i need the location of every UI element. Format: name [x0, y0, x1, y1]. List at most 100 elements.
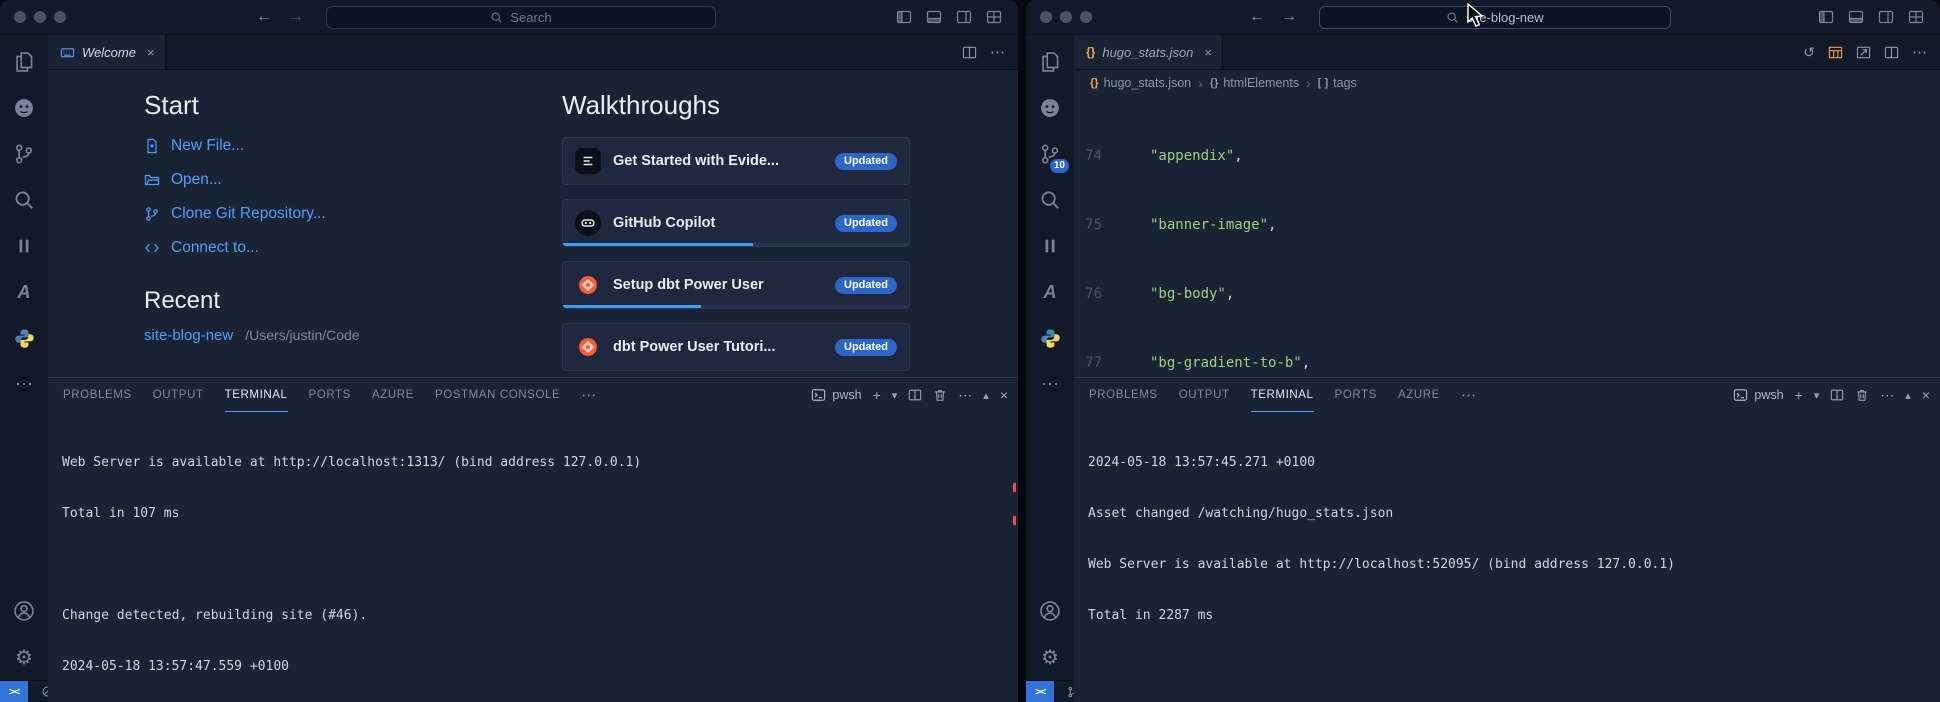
github-icon[interactable] — [0, 85, 48, 131]
toggle-panel-icon[interactable] — [926, 9, 942, 25]
breadcrumb-tags[interactable]: [ ] tags — [1318, 76, 1357, 90]
walkthrough-setup-dbt[interactable]: Setup dbt Power User Updated — [562, 261, 910, 309]
tab-welcome[interactable]: Welcome × — [48, 35, 166, 69]
terminal-dropdown-icon[interactable]: ▾ — [892, 389, 898, 402]
new-file-link[interactable]: New File... — [144, 137, 500, 155]
customize-layout-icon[interactable] — [1908, 9, 1924, 25]
toggle-panel-icon[interactable] — [1848, 9, 1864, 25]
more-actions-icon[interactable]: ⋯ — [1912, 43, 1927, 61]
panel-tab-terminal[interactable]: TERMINAL — [224, 378, 288, 412]
line-number: 76 — [1085, 286, 1102, 302]
panel-tab-terminal[interactable]: TERMINAL — [1250, 378, 1314, 412]
minimize-window-button[interactable] — [34, 11, 46, 23]
panel-more-tabs-icon[interactable]: ⋯ — [1461, 386, 1476, 404]
split-terminal-icon[interactable] — [1830, 388, 1844, 402]
table-view-icon[interactable] — [1828, 45, 1843, 60]
tab-hugo-stats-json[interactable]: {} hugo_stats.json × — [1074, 35, 1224, 69]
panel-more-tabs-icon[interactable]: ⋯ — [581, 386, 596, 404]
breadcrumb-htmlelements[interactable]: {} htmlElements — [1210, 76, 1299, 90]
forward-button[interactable]: → — [1281, 8, 1297, 26]
kill-terminal-trash-icon[interactable] — [933, 388, 947, 402]
recent-workspace-link[interactable]: site-blog-new — [144, 327, 233, 344]
forward-button[interactable]: → — [288, 8, 304, 26]
toggle-primary-sidebar-icon[interactable] — [1818, 9, 1834, 25]
zoom-window-button[interactable] — [1080, 11, 1092, 23]
a-extension-icon[interactable]: A — [1026, 269, 1074, 315]
maximize-panel-icon[interactable]: ▴ — [983, 389, 989, 402]
shell-selector[interactable]: pwsh — [811, 388, 862, 402]
new-terminal-icon[interactable]: + — [1795, 387, 1803, 403]
search-sidebar-icon[interactable] — [1026, 177, 1074, 223]
minimize-window-button[interactable] — [1060, 11, 1072, 23]
toggle-primary-sidebar-icon[interactable] — [896, 9, 912, 25]
tab-close-icon[interactable]: × — [147, 45, 155, 60]
maximize-panel-icon[interactable]: ▴ — [1905, 389, 1911, 402]
remote-indicator[interactable]: >< — [0, 681, 29, 702]
code-editor[interactable]: 74 "appendix", 75 "banner-image", 76 "bg-bo… — [1074, 96, 1940, 377]
walkthrough-evidence[interactable]: Get Started with Evide... Updated — [562, 137, 910, 185]
command-center-search[interactable]: site-blog-new — [1319, 5, 1671, 29]
open-link[interactable]: Open... — [144, 171, 500, 189]
explorer-icon[interactable] — [1026, 39, 1074, 85]
source-control-icon[interactable]: 10 — [1026, 131, 1074, 177]
panel-tab-postman-console[interactable]: POSTMAN CONSOLE — [435, 378, 560, 412]
customize-layout-icon[interactable] — [986, 9, 1002, 25]
close-panel-icon[interactable]: × — [1922, 387, 1930, 403]
settings-gear-icon[interactable]: ⚙ — [1026, 634, 1074, 680]
new-terminal-icon[interactable]: + — [873, 387, 881, 403]
split-editor-icon[interactable] — [1884, 45, 1899, 60]
settings-gear-icon[interactable]: ⚙ — [0, 634, 48, 680]
account-icon[interactable] — [0, 588, 48, 634]
split-editor-icon[interactable] — [962, 45, 977, 60]
close-panel-icon[interactable]: × — [1000, 387, 1008, 403]
pause-bars-icon[interactable] — [0, 223, 48, 269]
panel-tab-azure[interactable]: AZURE — [372, 378, 414, 412]
terminal-output-right[interactable]: 2024-05-18 13:57:45.271 +0100 Asset chan… — [1074, 412, 1940, 702]
breadcrumb-label: htmlElements — [1223, 76, 1300, 90]
walkthrough-dbt-tutorial[interactable]: dbt Power User Tutori... Updated — [562, 323, 910, 371]
panel-tab-output[interactable]: OUTPUT — [153, 378, 204, 412]
panel-tab-ports[interactable]: PORTS — [309, 378, 351, 412]
timeline-history-icon[interactable]: ↺ — [1803, 44, 1815, 61]
toggle-secondary-sidebar-icon[interactable] — [1878, 9, 1894, 25]
more-actions-icon[interactable]: ⋯ — [990, 43, 1005, 61]
a-extension-icon[interactable]: A — [0, 269, 48, 315]
back-button[interactable]: ← — [1249, 8, 1265, 26]
remote-indicator[interactable]: >< — [1026, 681, 1055, 702]
panel-tab-problems[interactable]: PROBLEMS — [1089, 378, 1158, 412]
toggle-secondary-sidebar-icon[interactable] — [956, 9, 972, 25]
panel-more-actions-icon[interactable]: ⋯ — [1880, 387, 1894, 404]
connect-to-link[interactable]: Connect to... — [144, 239, 500, 257]
explorer-icon[interactable] — [0, 39, 48, 85]
panel-tab-azure[interactable]: AZURE — [1398, 378, 1440, 412]
python-icon[interactable] — [0, 315, 48, 361]
panel-tab-problems[interactable]: PROBLEMS — [63, 378, 132, 412]
close-window-button[interactable] — [14, 11, 26, 23]
github-icon[interactable] — [1026, 85, 1074, 131]
command-center-search[interactable]: Search — [326, 5, 716, 29]
terminal-dropdown-icon[interactable]: ▾ — [1814, 389, 1820, 402]
pause-bars-icon[interactable] — [1026, 223, 1074, 269]
open-preview-icon[interactable] — [1856, 45, 1871, 60]
shell-selector[interactable]: pwsh — [1733, 388, 1784, 402]
tab-close-icon[interactable]: × — [1204, 45, 1212, 60]
source-control-icon[interactable] — [0, 131, 48, 177]
panel-more-actions-icon[interactable]: ⋯ — [958, 387, 972, 404]
more-extensions-icon[interactable]: ⋯ — [0, 361, 48, 407]
panel-tab-ports[interactable]: PORTS — [1335, 378, 1377, 412]
terminal-output-left[interactable]: Web Server is available at http://localh… — [48, 412, 1018, 702]
python-icon[interactable] — [1026, 315, 1074, 361]
search-sidebar-icon[interactable] — [0, 177, 48, 223]
panel-tab-output[interactable]: OUTPUT — [1179, 378, 1230, 412]
back-button[interactable]: ← — [256, 8, 272, 26]
close-window-button[interactable] — [1040, 11, 1052, 23]
walkthrough-github-copilot[interactable]: GitHub Copilot Updated — [562, 199, 910, 247]
breadcrumb-file[interactable]: {} hugo_stats.json — [1090, 76, 1191, 90]
split-terminal-icon[interactable] — [908, 388, 922, 402]
dbt-logo-icon — [575, 334, 601, 360]
more-extensions-icon[interactable]: ⋯ — [1026, 361, 1074, 407]
kill-terminal-trash-icon[interactable] — [1855, 388, 1869, 402]
account-icon[interactable] — [1026, 588, 1074, 634]
zoom-window-button[interactable] — [54, 11, 66, 23]
clone-repo-link[interactable]: Clone Git Repository... — [144, 205, 500, 223]
